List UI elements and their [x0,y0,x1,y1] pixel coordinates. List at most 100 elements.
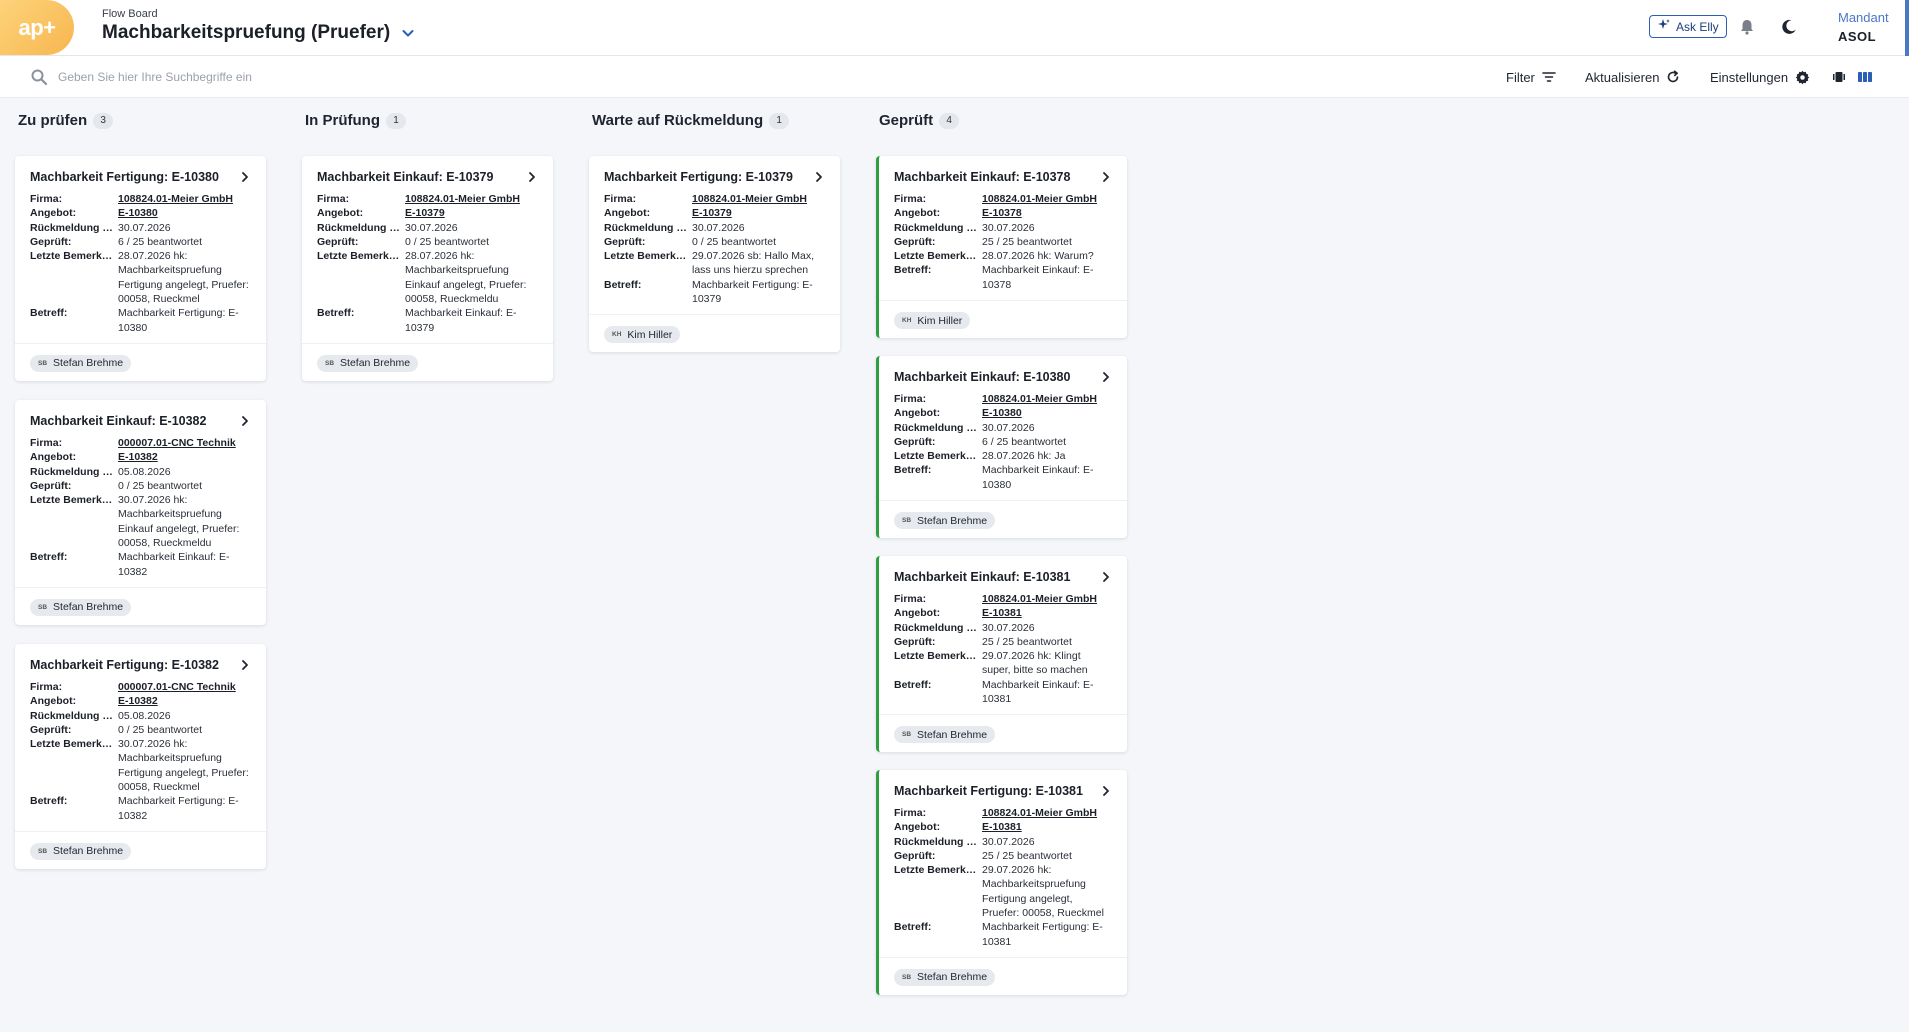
compact-view-button[interactable] [1831,67,1847,87]
chevron-right-icon[interactable] [1100,571,1112,583]
chevron-right-icon[interactable] [1100,371,1112,383]
card-title: Machbarkeit Fertigung: E-10382 [30,658,219,672]
angebot-link[interactable]: E-10382 [118,450,251,464]
column-geprueft: Geprüft 4 Machbarkeit Einkauf: E-10378 F… [876,112,1127,995]
chevron-right-icon[interactable] [1100,171,1112,183]
card-title: Machbarkeit Einkauf: E-10382 [30,414,207,428]
avatar: SB [902,973,912,981]
avatar: SB [902,731,912,739]
mandant-selector[interactable]: Mandant ASOL [1838,10,1889,44]
field-label-bemerkung: Letzte Bemerku... [317,250,404,263]
field-label-betreff: Betreff: [604,278,642,291]
filter-button[interactable]: Filter [1506,67,1557,87]
assignee-chip[interactable]: SB Stefan Brehme [894,968,996,986]
kanban-card[interactable]: Machbarkeit Einkauf: E-10379 Firma: 10882… [302,156,553,381]
firma-link[interactable]: 000007.01-CNC Technik [118,680,251,694]
chevron-right-icon[interactable] [1100,785,1112,797]
chevron-down-icon[interactable] [400,25,416,41]
assignee-chip[interactable]: SB Stefan Brehme [30,598,132,616]
field-label-betreff: Betreff: [30,307,68,320]
geprueft-value: 6 / 25 beantwortet [982,435,1067,448]
mandant-value: ASOL [1838,29,1877,44]
bemerkung-value: 30.07.2026 hk: Machbarkeitspruefung Fert… [118,738,249,794]
kanban-card[interactable]: Machbarkeit Fertigung: E-10382 Firma: 000… [15,644,266,869]
card-header: Machbarkeit Einkauf: E-10379 [302,156,553,192]
field-label-firma: Firma: [30,681,63,693]
chevron-right-icon[interactable] [239,415,251,427]
rueckmeldung-value: 30.07.2026 [982,621,1035,634]
angebot-link[interactable]: E-10379 [405,206,538,220]
angebot-link[interactable]: E-10381 [982,820,1112,834]
kanban-card[interactable]: Machbarkeit Einkauf: E-10382 Firma: 00000… [15,400,266,625]
rueckmeldung-value: 30.07.2026 [982,221,1035,234]
bemerkung-value: 28.07.2026 hk: Machbarkeitspruefung Fert… [118,250,249,306]
kanban-card[interactable]: Machbarkeit Fertigung: E-10380 Firma: 108… [15,156,266,381]
field-label-firma: Firma: [30,193,63,205]
assignee-name: Kim Hiller [627,328,673,341]
field-label-bemerkung: Letzte Bemerku... [604,250,691,263]
mandant-label: Mandant [1838,10,1889,25]
moon-icon[interactable] [1778,16,1800,38]
assignee-chip[interactable]: SB Stefan Brehme [30,354,132,372]
kanban-card[interactable]: Machbarkeit Fertigung: E-10381 Firma: 108… [876,770,1127,995]
logo-text: ap+ [18,14,56,40]
field-label-betreff: Betreff: [894,921,932,934]
assignee-chip[interactable]: SB Stefan Brehme [894,726,996,744]
kanban-card[interactable]: Machbarkeit Einkauf: E-10378 Firma: 10882… [876,156,1127,339]
firma-link[interactable]: 108824.01-Meier GmbH [118,192,251,206]
breadcrumb[interactable]: Flow Board [102,8,158,20]
toolbar: Filter Aktualisieren Einstellungen [0,56,1909,98]
column-zu-pruefen: Zu prüfen 3 Machbarkeit Fertigung: E-103… [15,112,266,869]
card-footer: SB Stefan Brehme [15,342,266,381]
bell-icon[interactable] [1736,16,1758,38]
kanban-card[interactable]: Machbarkeit Einkauf: E-10380 Firma: 10882… [876,356,1127,539]
assignee-chip[interactable]: SB Stefan Brehme [894,512,996,530]
betreff-value: Machbarkeit Fertigung: E-10381 [982,921,1103,948]
card-fields: Firma: 108824.01-Meier GmbH Angebot: E-103… [879,592,1127,714]
geprueft-value: 25 / 25 beantwortet [982,235,1072,248]
angebot-link[interactable]: E-10381 [982,606,1112,620]
column-in-pruefung: In Prüfung 1 Machbarkeit Einkauf: E-1037… [302,112,553,381]
kanban-card[interactable]: Machbarkeit Einkauf: E-10381 Firma: 10882… [876,556,1127,753]
search-input[interactable] [58,65,758,89]
assignee-chip[interactable]: KH Kim Hiller [604,326,681,344]
column-view-button[interactable] [1857,67,1873,87]
field-label-rueckmeldung: Rückmeldung b... [894,621,982,634]
firma-link[interactable]: 108824.01-Meier GmbH [982,392,1112,406]
kanban-card[interactable]: Machbarkeit Fertigung: E-10379 Firma: 108… [589,156,840,353]
firma-link[interactable]: 108824.01-Meier GmbH [405,192,538,206]
angebot-link[interactable]: E-10378 [982,206,1112,220]
field-label-angebot: Angebot: [894,607,941,620]
card-title: Machbarkeit Fertigung: E-10380 [30,170,219,184]
field-label-firma: Firma: [894,393,927,405]
firma-link[interactable]: 108824.01-Meier GmbH [982,806,1112,820]
firma-link[interactable]: 108824.01-Meier GmbH [982,592,1112,606]
field-label-betreff: Betreff: [894,264,932,277]
angebot-link[interactable]: E-10380 [118,206,251,220]
angebot-link[interactable]: E-10379 [692,206,825,220]
chevron-right-icon[interactable] [813,171,825,183]
field-label-angebot: Angebot: [30,451,77,464]
filter-label: Filter [1506,69,1535,85]
angebot-link[interactable]: E-10382 [118,694,251,708]
card-footer: SB Stefan Brehme [15,586,266,625]
settings-button[interactable]: Einstellungen [1710,67,1810,87]
betreff-value: Machbarkeit Fertigung: E-10380 [118,307,239,334]
assignee-name: Stefan Brehme [917,728,988,741]
angebot-link[interactable]: E-10380 [982,406,1112,420]
app-logo[interactable]: ap+ [0,0,74,55]
ask-elly-button[interactable]: Ask Elly [1649,15,1727,38]
card-header: Machbarkeit Einkauf: E-10378 [879,156,1127,192]
assignee-chip[interactable]: SB Stefan Brehme [30,842,132,860]
assignee-chip[interactable]: SB Stefan Brehme [317,354,419,372]
sparkle-icon [1657,18,1671,35]
chevron-right-icon[interactable] [526,171,538,183]
chevron-right-icon[interactable] [239,659,251,671]
refresh-button[interactable]: Aktualisieren [1585,67,1681,87]
firma-link[interactable]: 000007.01-CNC Technik [118,436,251,450]
firma-link[interactable]: 108824.01-Meier GmbH [982,192,1112,206]
assignee-chip[interactable]: KH Kim Hiller [894,312,971,330]
chevron-right-icon[interactable] [239,171,251,183]
board-selector[interactable]: Machbarkeitspruefung (Pruefer) [102,22,416,44]
firma-link[interactable]: 108824.01-Meier GmbH [692,192,825,206]
